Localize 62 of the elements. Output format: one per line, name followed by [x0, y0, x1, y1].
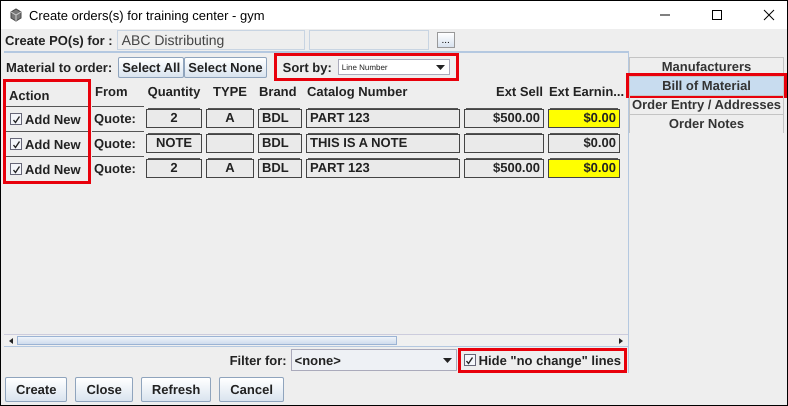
table-cell: $0.00	[548, 134, 620, 153]
add-new-checkbox[interactable]: Add New	[6, 131, 88, 156]
window-title: Create orders(s) for training center - gym	[29, 8, 265, 22]
maximize-icon[interactable]	[711, 9, 723, 21]
scroll-left-icon[interactable]	[7, 336, 15, 344]
side-tab[interactable]: Order Notes	[629, 114, 784, 133]
table-cell: A	[206, 159, 254, 178]
action-button[interactable]: Create	[5, 376, 68, 402]
table-cell: Quote:	[92, 106, 144, 131]
filter-dropdown[interactable]: <none>	[290, 349, 457, 371]
table-cell: A	[206, 109, 254, 128]
sort-dropdown[interactable]: Line Number	[338, 59, 450, 75]
caret-icon	[436, 64, 445, 70]
table-cell: THIS IS A NOTE	[306, 134, 460, 153]
select-button[interactable]: Select All	[118, 56, 184, 78]
check-icon	[465, 356, 474, 364]
sort-label: Sort by:	[282, 60, 332, 74]
table-cell: $0.00	[548, 109, 620, 128]
table-cell: PART 123	[306, 109, 460, 128]
column-header: Brand	[258, 83, 298, 101]
table-cell: BDL	[258, 134, 302, 153]
material-label: Material to order:	[6, 60, 112, 74]
table-cell: BDL	[258, 159, 302, 178]
table-cell: $0.00	[548, 159, 620, 178]
scroll-right-icon[interactable]	[617, 336, 625, 344]
table-cell: $500.00	[464, 109, 544, 128]
table-cell: Quote:	[92, 131, 144, 156]
add-new-checkbox[interactable]: Add New	[6, 106, 88, 131]
action-button[interactable]: Close	[75, 376, 133, 402]
action-button[interactable]: Refresh	[140, 376, 212, 402]
table-cell: BDL	[258, 109, 302, 128]
select-button[interactable]: Select None	[184, 56, 267, 78]
action-button[interactable]: Cancel	[219, 376, 284, 402]
check-icon	[12, 140, 20, 148]
column-header: Ext Sell	[495, 83, 544, 101]
table-cell: 2	[146, 109, 202, 128]
po-for-label: Create PO(s) for :	[5, 32, 113, 48]
side-tab[interactable]: Bill of Material	[629, 76, 784, 95]
browse-button[interactable]: ...	[436, 32, 455, 48]
column-header: Catalog Number	[306, 83, 408, 101]
vendor-field[interactable]: ABC Distributing	[116, 30, 305, 50]
table-cell	[206, 134, 254, 153]
table-cell: PART 123	[306, 159, 460, 178]
box-icon	[9, 8, 23, 22]
column-header: Action	[8, 87, 50, 105]
filter-label: Filter for:	[230, 352, 287, 368]
column-header: TYPE	[212, 83, 248, 101]
add-new-checkbox[interactable]: Add New	[6, 156, 88, 181]
caret-icon	[442, 358, 452, 362]
check-icon	[12, 114, 20, 124]
check-icon	[12, 164, 20, 174]
column-header: From	[94, 83, 128, 101]
side-tab[interactable]: Order Entry / Addresses	[629, 95, 784, 114]
table-cell: NOTE	[146, 134, 202, 153]
close-icon[interactable]	[763, 9, 775, 21]
horizontal-scrollbar[interactable]	[4, 334, 628, 346]
column-header: Ext Earnin...	[548, 83, 622, 101]
table-cell: $500.00	[464, 159, 544, 178]
hide-lines-checkbox[interactable]: Hide "no change" lines	[460, 350, 624, 370]
column-header: Quantity	[146, 83, 202, 101]
table-cell: Quote:	[92, 156, 144, 181]
table-cell: 2	[146, 159, 202, 178]
